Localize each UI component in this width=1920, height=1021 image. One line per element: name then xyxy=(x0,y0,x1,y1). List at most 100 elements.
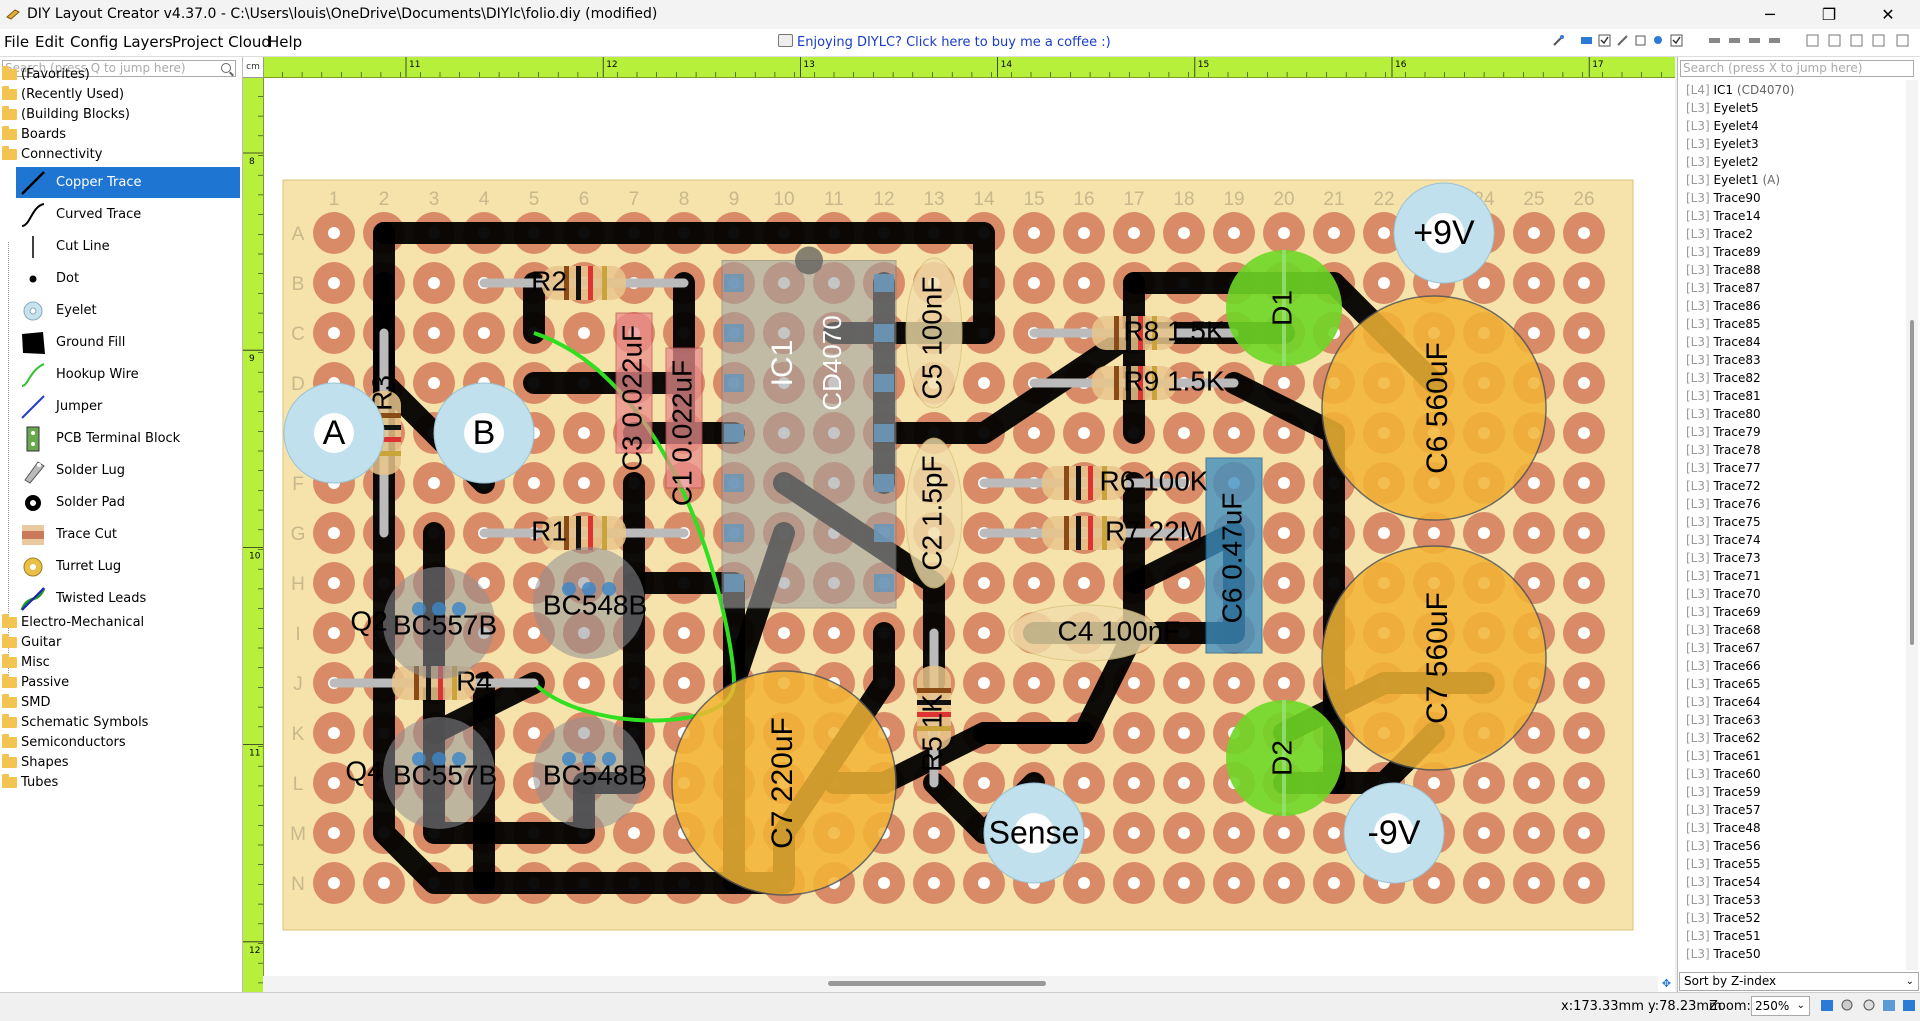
explorer-item[interactable]: [L3] Trace86 xyxy=(1686,297,1761,315)
ic1-pin[interactable] xyxy=(724,474,744,492)
horizontal-scroll-thumb[interactable] xyxy=(828,981,1046,986)
restore-button[interactable]: ❐ xyxy=(1801,0,1857,29)
explorer-item[interactable]: [L3] Trace14 xyxy=(1686,207,1761,225)
zoom-select[interactable]: 250% ⌄ xyxy=(1751,996,1810,1016)
explorer-item[interactable]: [L3] Trace53 xyxy=(1686,891,1761,909)
menu-edit[interactable]: Edit xyxy=(35,33,64,51)
folder-semiconductors[interactable]: Semiconductors xyxy=(0,733,240,752)
flip-icon[interactable] xyxy=(1896,34,1909,47)
menu-file[interactable]: File xyxy=(4,33,29,51)
ic1-pin[interactable] xyxy=(874,374,894,392)
folder-recently-used[interactable]: (Recently Used) xyxy=(0,85,240,104)
folder-boards[interactable]: Boards xyxy=(0,125,240,144)
explorer-item[interactable]: [L3] Trace56 xyxy=(1686,837,1761,855)
component-copper-trace[interactable]: Copper Trace xyxy=(16,167,240,198)
explorer-item[interactable]: [L3] Trace84 xyxy=(1686,333,1761,351)
explorer-item[interactable]: [L3] Trace78 xyxy=(1686,441,1761,459)
explorer-item[interactable]: [L3] Eyelet2 xyxy=(1686,153,1759,171)
folder-passive[interactable]: Passive xyxy=(0,673,240,692)
sort-select[interactable]: Sort by Z-index ⌄ xyxy=(1679,972,1919,991)
explorer-item[interactable]: [L3] Trace64 xyxy=(1686,693,1761,711)
component-hookup-wire[interactable]: Hookup Wire xyxy=(16,359,240,390)
align-center-icon[interactable] xyxy=(1728,34,1741,47)
check-tool-icon[interactable] xyxy=(1598,34,1611,47)
minimize-button[interactable]: ─ xyxy=(1742,0,1798,29)
component-turret-lug[interactable]: Turret Lug xyxy=(16,551,240,582)
explorer-item[interactable]: [L3] Trace48 xyxy=(1686,819,1761,837)
menu-layers[interactable]: Layers xyxy=(123,33,173,51)
folder-electro-mechanical[interactable]: Electro-Mechanical xyxy=(0,613,240,632)
explorer-item[interactable]: [L3] Eyelet5 xyxy=(1686,99,1759,117)
snap-icon[interactable] xyxy=(1882,999,1896,1012)
explorer-item[interactable]: [L3] Trace89 xyxy=(1686,243,1761,261)
check2-tool-icon[interactable] xyxy=(1670,34,1683,47)
folder-misc[interactable]: Misc xyxy=(0,653,240,672)
explorer-item[interactable]: [L3] Trace55 xyxy=(1686,855,1761,873)
explorer-item[interactable]: [L3] Trace61 xyxy=(1686,747,1761,765)
rotate-icon[interactable] xyxy=(1850,34,1863,47)
folder-schematic-symbols[interactable]: Schematic Symbols xyxy=(0,713,240,732)
explorer-item[interactable]: [L3] Trace77 xyxy=(1686,459,1761,477)
explorer-item[interactable]: [L3] Trace73 xyxy=(1686,549,1761,567)
folder-connectivity[interactable]: Connectivity xyxy=(0,145,240,164)
ic1-pin[interactable] xyxy=(874,574,894,592)
folder-shapes[interactable]: Shapes xyxy=(0,753,240,772)
explorer-item[interactable]: [L3] Trace50 xyxy=(1686,945,1761,963)
explorer-item[interactable]: [L3] Trace63 xyxy=(1686,711,1761,729)
ungroup-icon[interactable] xyxy=(1828,34,1841,47)
ic1-pin[interactable] xyxy=(724,374,744,392)
board-svg[interactable]: 1234567891011121314151617181920212223242… xyxy=(243,57,1675,992)
ic1-pin[interactable] xyxy=(724,574,744,592)
component-curved-trace[interactable]: Curved Trace xyxy=(16,199,240,230)
explorer-item[interactable]: [L3] Trace75 xyxy=(1686,513,1761,531)
explorer-item[interactable]: [L3] Trace70 xyxy=(1686,585,1761,603)
component-dot[interactable]: Dot xyxy=(16,263,240,294)
center-view-icon[interactable]: ✥ xyxy=(1658,976,1675,992)
explorer-item[interactable]: [L3] Trace62 xyxy=(1686,729,1761,747)
folder-guitar[interactable]: Guitar xyxy=(0,633,240,652)
component-solder-lug[interactable]: Solder Lug xyxy=(16,455,240,486)
explorer-search-input[interactable]: Search (press X to jump here) xyxy=(1680,60,1914,77)
cloud-icon[interactable] xyxy=(1862,999,1876,1012)
explorer-item[interactable]: [L3] Trace2 xyxy=(1686,225,1753,243)
ic1-pin[interactable] xyxy=(724,424,744,442)
explorer-item[interactable]: [L3] Trace69 xyxy=(1686,603,1761,621)
explorer-item[interactable]: [L3] Trace72 xyxy=(1686,477,1761,495)
grid-toggle-icon[interactable] xyxy=(1820,999,1834,1012)
pen-tool-icon[interactable] xyxy=(1616,34,1629,47)
folder-tubes[interactable]: Tubes xyxy=(0,773,240,792)
balloon-icon[interactable] xyxy=(1840,999,1854,1012)
ic1-pin[interactable] xyxy=(724,524,744,542)
explorer-item[interactable]: [L3] Trace51 xyxy=(1686,927,1761,945)
explorer-item[interactable]: [L3] Trace68 xyxy=(1686,621,1761,639)
folder-favorites[interactable]: (Favorites) xyxy=(0,65,240,84)
ic1-body[interactable] xyxy=(721,260,897,609)
explorer-item[interactable]: [L3] Trace79 xyxy=(1686,423,1761,441)
layers-icon[interactable] xyxy=(1902,999,1916,1012)
pin-tool-icon[interactable] xyxy=(1652,34,1665,47)
ic1-pin[interactable] xyxy=(874,324,894,342)
menu-help[interactable]: Help xyxy=(268,33,302,51)
explorer-item[interactable]: [L3] Trace67 xyxy=(1686,639,1761,657)
explorer-item[interactable]: [L3] Trace76 xyxy=(1686,495,1761,513)
folder-building-blocks[interactable]: (Building Blocks) xyxy=(0,105,240,124)
ic1-pin[interactable] xyxy=(874,474,894,492)
vertical-scroll-thumb[interactable] xyxy=(1910,320,1914,645)
ic1-pin[interactable] xyxy=(874,424,894,442)
wand-tool-icon[interactable] xyxy=(1552,34,1565,47)
explorer-item[interactable]: [L3] Trace80 xyxy=(1686,405,1761,423)
explorer-item[interactable]: [L3] Trace65 xyxy=(1686,675,1761,693)
ic1-pin[interactable] xyxy=(874,524,894,542)
explorer-item[interactable]: [L3] Trace57 xyxy=(1686,801,1761,819)
layout-canvas[interactable]: 1234567891011121314151617181920212223242… xyxy=(243,57,1675,992)
explorer-item[interactable]: [L3] Trace82 xyxy=(1686,369,1761,387)
explorer-item[interactable]: [L3] Trace83 xyxy=(1686,351,1761,369)
explorer-item[interactable]: [L3] Trace88 xyxy=(1686,261,1761,279)
component-jumper[interactable]: Jumper xyxy=(16,391,240,422)
component-twisted-leads[interactable]: Twisted Leads xyxy=(16,583,240,614)
explorer-item[interactable]: [L3] Eyelet3 xyxy=(1686,135,1759,153)
explorer-item[interactable]: [L3] Trace54 xyxy=(1686,873,1761,891)
explorer-item[interactable]: [L3] Trace81 xyxy=(1686,387,1761,405)
explorer-item[interactable]: [L3] Trace52 xyxy=(1686,909,1761,927)
explorer-item[interactable]: [L3] Eyelet1 (A) xyxy=(1686,171,1780,189)
